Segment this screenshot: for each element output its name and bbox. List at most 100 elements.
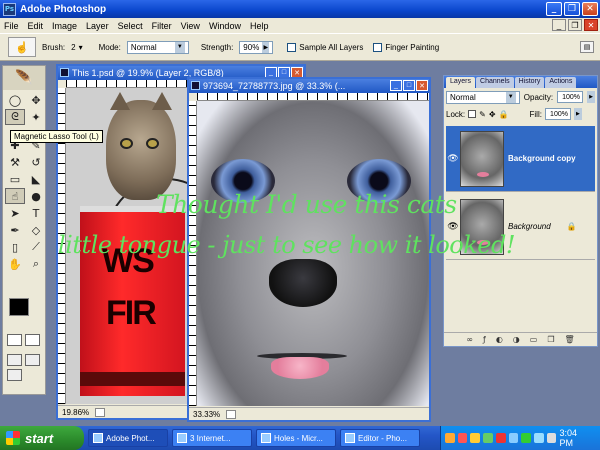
overlay-caption-line2: little tongue - just to see how it looke… xyxy=(58,231,516,259)
menu-file[interactable]: File xyxy=(4,21,19,31)
chevron-right-icon[interactable]: ▶ xyxy=(573,108,582,120)
layer-row-background-copy[interactable]: 👁 Background copy xyxy=(446,126,595,192)
full-screen-icon[interactable] xyxy=(25,354,40,366)
menu-filter[interactable]: Filter xyxy=(152,21,172,31)
mode-select[interactable]: Normal ▼ xyxy=(126,40,189,54)
dodge-tool-icon[interactable]: ● xyxy=(26,188,46,204)
opacity-input[interactable]: 100% xyxy=(557,91,584,103)
network-icon[interactable] xyxy=(534,433,544,443)
taskbar-item-photoshop[interactable]: Adobe Phot... xyxy=(88,429,168,447)
finger-painting-checkbox[interactable] xyxy=(373,42,383,52)
eye-visibility-icon[interactable]: 👁 xyxy=(446,154,460,164)
strength-input[interactable]: 90% ▶ xyxy=(239,40,274,54)
screen-mode-icon[interactable] xyxy=(7,354,22,366)
tray-icon[interactable] xyxy=(521,433,532,443)
doc-minimize-button[interactable]: _ xyxy=(390,80,402,91)
foreground-color-swatch[interactable] xyxy=(9,298,29,316)
link-icon[interactable]: ∞ xyxy=(466,335,473,344)
blend-mode-select[interactable]: Normal ▼ xyxy=(446,90,520,104)
eye-visibility-icon[interactable]: 👁 xyxy=(446,222,460,232)
lock-all-icon[interactable]: 🔒 xyxy=(499,110,509,119)
layers-panel: Layers Channels History Actions Normal ▼… xyxy=(443,75,598,347)
start-button[interactable]: start xyxy=(0,426,84,450)
sample-all-layers-checkbox[interactable] xyxy=(287,42,297,52)
tray-icon[interactable] xyxy=(445,433,455,443)
move-lock-icon[interactable]: ✥ xyxy=(489,110,496,119)
restore-button[interactable]: ❐ xyxy=(564,2,580,16)
document-icon xyxy=(261,433,271,443)
menu-help[interactable]: Help xyxy=(250,21,269,31)
zoom-level[interactable]: 19.86% xyxy=(62,408,89,417)
quick-mask-icon[interactable] xyxy=(25,334,40,346)
menu-view[interactable]: View xyxy=(181,21,200,31)
close-button[interactable]: ✕ xyxy=(582,2,598,16)
hand-tool-icon[interactable]: ✋ xyxy=(5,256,25,272)
feather-icon: 🪶 xyxy=(3,66,45,90)
shape-tool-icon[interactable]: ◇ xyxy=(26,222,46,238)
status-menu-icon[interactable] xyxy=(226,409,237,419)
zoom-level[interactable]: 33.33% xyxy=(193,410,220,419)
marquee-tool-icon[interactable]: ◯ xyxy=(5,92,25,108)
tab-layers[interactable]: Layers xyxy=(446,77,476,88)
tray-icon[interactable] xyxy=(483,433,493,443)
new-group-icon[interactable]: ▭ xyxy=(530,335,538,344)
layer-name: Background copy xyxy=(508,154,576,163)
menu-layer[interactable]: Layer xyxy=(86,21,109,31)
brush-lock-icon[interactable]: ✎ xyxy=(479,110,486,119)
volume-icon[interactable] xyxy=(546,433,557,443)
eraser-icon[interactable]: ▭ xyxy=(5,171,25,187)
magic-wand-icon[interactable]: ✦ xyxy=(26,109,46,125)
new-layer-icon[interactable]: ❐ xyxy=(547,335,554,344)
document-title-bar[interactable]: 973694_72788773.jpg @ 33.3% (... _ □ ✕ xyxy=(189,79,429,93)
path-select-icon[interactable]: ➤ xyxy=(5,205,25,221)
menu-image[interactable]: Image xyxy=(52,21,77,31)
fill-input[interactable]: 100% xyxy=(544,108,571,120)
status-menu-icon[interactable] xyxy=(95,407,106,417)
doc-maximize-button[interactable]: □ xyxy=(403,80,415,91)
bucket-sign-bottom: FIR xyxy=(106,294,157,332)
trash-icon[interactable]: 🗑 xyxy=(565,335,575,344)
zoom-tool-icon[interactable]: ⌕ xyxy=(26,256,46,272)
adjustment-layer-icon[interactable]: ◑ xyxy=(513,335,520,344)
pen-tool-icon[interactable]: ✒ xyxy=(5,222,25,238)
clone-stamp-icon[interactable]: ⚒ xyxy=(5,154,25,170)
tray-icon[interactable] xyxy=(457,433,468,443)
smudge-tool-icon[interactable]: ☝ xyxy=(5,188,25,204)
taskbar-item-label: Holes - Micr... xyxy=(274,433,323,443)
tray-icon[interactable] xyxy=(495,433,506,443)
layer-mask-icon[interactable]: ◐ xyxy=(496,335,503,344)
doc-minimize-button[interactable]: _ xyxy=(552,19,566,31)
tab-history[interactable]: History xyxy=(514,77,545,88)
doc-restore-button[interactable]: ❐ xyxy=(568,19,582,31)
menu-select[interactable]: Select xyxy=(118,21,143,31)
history-brush-icon[interactable]: ↺ xyxy=(26,154,46,170)
jump-to-icon[interactable] xyxy=(7,369,22,381)
menu-window[interactable]: Window xyxy=(209,21,241,31)
lock-transparency-checkbox[interactable] xyxy=(468,110,477,118)
paint-bucket-icon[interactable]: ◣ xyxy=(26,171,46,187)
tab-actions[interactable]: Actions xyxy=(545,77,577,88)
minimize-button[interactable]: _ xyxy=(546,2,562,16)
type-tool-icon[interactable]: T xyxy=(26,205,46,221)
brush-picker[interactable]: 2 ▾ xyxy=(71,43,82,52)
doc-close-button[interactable]: ✕ xyxy=(416,80,428,91)
tray-icon[interactable] xyxy=(470,433,481,443)
tray-icon[interactable] xyxy=(508,433,519,443)
taskbar-item-internet[interactable]: 3 Internet... xyxy=(172,429,252,447)
chevron-right-icon[interactable]: ▶ xyxy=(587,91,595,103)
lasso-tool-icon[interactable]: ᘓ xyxy=(5,109,25,125)
move-tool-icon[interactable]: ✥ xyxy=(26,92,46,108)
taskbar-item-editor[interactable]: Editor - Pho... xyxy=(340,429,420,447)
eyedropper-icon[interactable]: ⟋ xyxy=(26,239,46,255)
taskbar-item-holes[interactable]: Holes - Micr... xyxy=(256,429,336,447)
smudge-tool-preset-icon[interactable]: ☝ xyxy=(8,37,36,57)
tab-channels[interactable]: Channels xyxy=(476,77,514,88)
taskbar-item-label: Editor - Pho... xyxy=(358,433,407,443)
notes-tool-icon[interactable]: ▯ xyxy=(5,239,25,255)
palette-well-icon[interactable]: ▤ xyxy=(580,41,594,53)
windows-logo-icon xyxy=(6,431,20,445)
menu-edit[interactable]: Edit xyxy=(28,21,44,31)
layer-style-icon[interactable]: ƒ xyxy=(483,335,486,344)
standard-mode-icon[interactable] xyxy=(7,334,22,346)
doc-close-button[interactable]: ✕ xyxy=(584,19,598,31)
